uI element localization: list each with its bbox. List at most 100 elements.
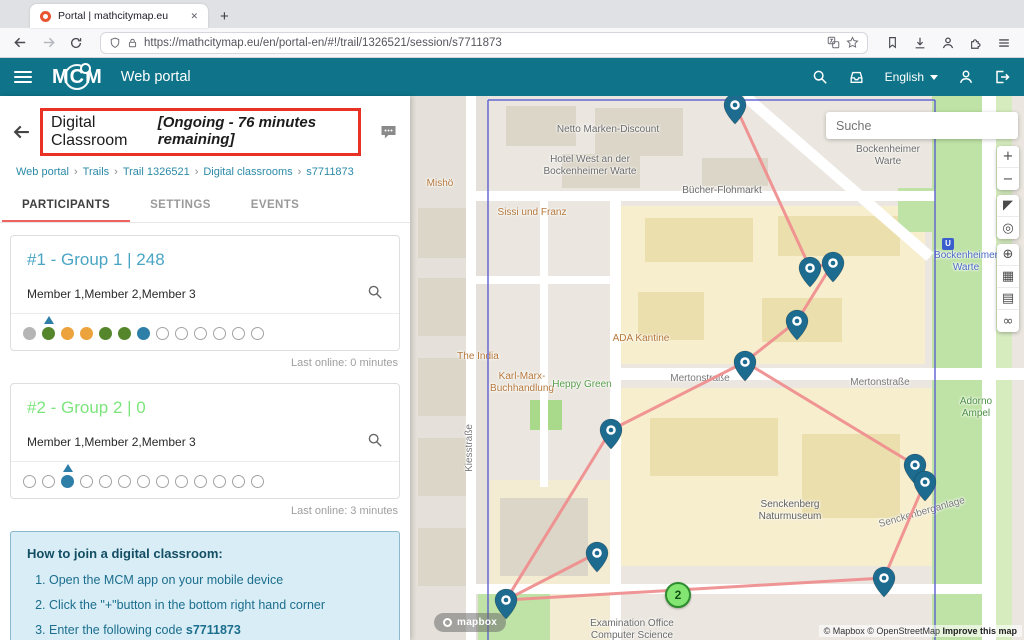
- bookmark-star-icon[interactable]: [846, 36, 859, 49]
- bookmarks-icon[interactable]: [880, 32, 904, 54]
- locate-button[interactable]: ◎: [997, 217, 1019, 239]
- buildings-button[interactable]: ▦: [997, 266, 1019, 288]
- breadcrumb-separator: ›: [298, 166, 302, 178]
- breadcrumb-item[interactable]: Digital classrooms: [203, 166, 292, 178]
- map-pin[interactable]: [786, 310, 808, 340]
- breadcrumb-separator: ›: [114, 166, 118, 178]
- zoom-out-button[interactable]: −: [997, 168, 1019, 190]
- progress-dot: [175, 327, 188, 340]
- group-card: #1 - Group 1 | 248Member 1,Member 2,Memb…: [10, 235, 400, 351]
- group-position-marker[interactable]: 2: [665, 582, 691, 608]
- last-online: Last online: 3 minutes: [12, 505, 398, 517]
- progress-dot: [156, 327, 169, 340]
- attribution-text: © Mapbox © OpenStreetMap: [824, 626, 943, 636]
- magnifier-icon[interactable]: [367, 284, 383, 303]
- share-button[interactable]: ∞: [997, 310, 1019, 332]
- progress-dot: [23, 327, 36, 340]
- layers-button[interactable]: ▤: [997, 288, 1019, 310]
- group-members: Member 1,Member 2,Member 3: [27, 287, 196, 301]
- language-label: English: [885, 70, 924, 84]
- progress-dots: [11, 461, 399, 498]
- group-members: Member 1,Member 2,Member 3: [27, 435, 196, 449]
- progress-dot: [251, 475, 264, 488]
- breadcrumb-item[interactable]: Web portal: [16, 166, 69, 178]
- session-title-highlight: Digital Classroom [Ongoing - 76 minutes …: [40, 108, 361, 156]
- forward-icon[interactable]: [36, 32, 60, 54]
- progress-dot: [175, 475, 188, 488]
- map-attribution: © Mapbox © OpenStreetMap Improve this ma…: [819, 625, 1022, 637]
- inbox-icon[interactable]: [848, 69, 865, 85]
- language-selector[interactable]: English: [885, 70, 938, 84]
- improve-map-link[interactable]: Improve this map: [942, 626, 1017, 636]
- shield-icon: [109, 37, 121, 49]
- breadcrumb-item[interactable]: Trail 1326521: [123, 166, 190, 178]
- reload-icon[interactable]: [64, 32, 88, 54]
- map-pin[interactable]: [586, 542, 608, 572]
- new-tab-button[interactable]: +: [220, 8, 229, 28]
- search-icon[interactable]: [812, 69, 828, 85]
- chat-icon[interactable]: [379, 123, 398, 141]
- chevron-down-icon: [930, 75, 938, 80]
- map-pin[interactable]: [734, 351, 756, 381]
- browser-tab[interactable]: Portal | mathcitymap.eu ✕: [30, 4, 208, 28]
- app-header: MCM Web portal English: [0, 58, 1024, 96]
- map-search-input[interactable]: [826, 112, 1018, 139]
- extensions-icon[interactable]: [964, 32, 988, 54]
- progress-dot: [156, 475, 169, 488]
- portal-title: Web portal: [121, 69, 191, 85]
- tab-close-icon[interactable]: ✕: [190, 11, 198, 22]
- howto-steps: Open the MCM app on your mobile deviceCl…: [27, 571, 383, 639]
- compass-button[interactable]: ◤: [997, 195, 1019, 217]
- map[interactable]: Netto Marken-DiscountHotel West an der B…: [410, 96, 1024, 640]
- breadcrumb-item[interactable]: s7711873: [306, 166, 354, 178]
- browser-tab-strip: Portal | mathcitymap.eu ✕ +: [0, 0, 1024, 28]
- lock-icon: [127, 37, 138, 49]
- browser-toolbar: https://mathcitymap.eu/en/portal-en/#!/t…: [0, 28, 1024, 58]
- menu-icon[interactable]: [992, 32, 1016, 54]
- page-title: Digital Classroom: [51, 114, 152, 150]
- progress-dot: [251, 327, 264, 340]
- breadcrumb: Web portal › Trails › Trail 1326521 › Digital …: [0, 162, 410, 188]
- logout-icon[interactable]: [994, 69, 1010, 85]
- map-pin[interactable]: [873, 567, 895, 597]
- last-online: Last online: 0 minutes: [12, 357, 398, 369]
- tab-settings[interactable]: SETTINGS: [130, 188, 231, 222]
- map-pin[interactable]: [799, 257, 821, 287]
- breadcrumb-item[interactable]: Trails: [83, 166, 109, 178]
- zoom-in-button[interactable]: +: [997, 146, 1019, 168]
- magnifier-icon[interactable]: [367, 432, 383, 451]
- url-bar[interactable]: https://mathcitymap.eu/en/portal-en/#!/t…: [100, 32, 868, 54]
- map-search-box[interactable]: [826, 112, 1018, 139]
- tab-title: Portal | mathcitymap.eu: [58, 10, 183, 22]
- tab-bar: PARTICIPANTSSETTINGSEVENTS: [0, 188, 410, 223]
- globe-button[interactable]: ⊕: [997, 244, 1019, 266]
- back-icon[interactable]: [8, 32, 32, 54]
- tab-participants[interactable]: PARTICIPANTS: [2, 188, 130, 222]
- mcm-logo[interactable]: MCM: [48, 66, 107, 89]
- account-icon[interactable]: [936, 32, 960, 54]
- mapbox-logo-text: mapbox: [457, 617, 497, 628]
- tab-events[interactable]: EVENTS: [231, 188, 319, 222]
- compass-ring-icon: [64, 64, 90, 90]
- howto-heading: How to join a digital classroom:: [27, 546, 383, 561]
- site-favicon-icon: [40, 11, 51, 22]
- user-icon[interactable]: [958, 69, 974, 85]
- map-controls: +− ◤◎ ⊕▦▤∞: [997, 146, 1019, 332]
- trail-route-line: [506, 105, 925, 600]
- back-arrow-icon[interactable]: [12, 122, 32, 142]
- howto-step: Enter the following code s7711873: [49, 621, 383, 639]
- howto-box: How to join a digital classroom: Open th…: [10, 531, 400, 640]
- breadcrumb-separator: ›: [195, 166, 199, 178]
- progress-dot: [194, 327, 207, 340]
- download-icon[interactable]: [908, 32, 932, 54]
- progress-dot: [118, 475, 131, 488]
- progress-dot: [42, 327, 55, 340]
- translate-icon[interactable]: [827, 36, 840, 49]
- progress-dot: [42, 475, 55, 488]
- progress-dot: [80, 327, 93, 340]
- join-code: s7711873: [186, 623, 241, 637]
- progress-dot: [137, 327, 150, 340]
- progress-dot: [213, 475, 226, 488]
- mapbox-logo[interactable]: mapbox: [434, 613, 506, 632]
- sidebar-menu-icon[interactable]: [14, 71, 32, 83]
